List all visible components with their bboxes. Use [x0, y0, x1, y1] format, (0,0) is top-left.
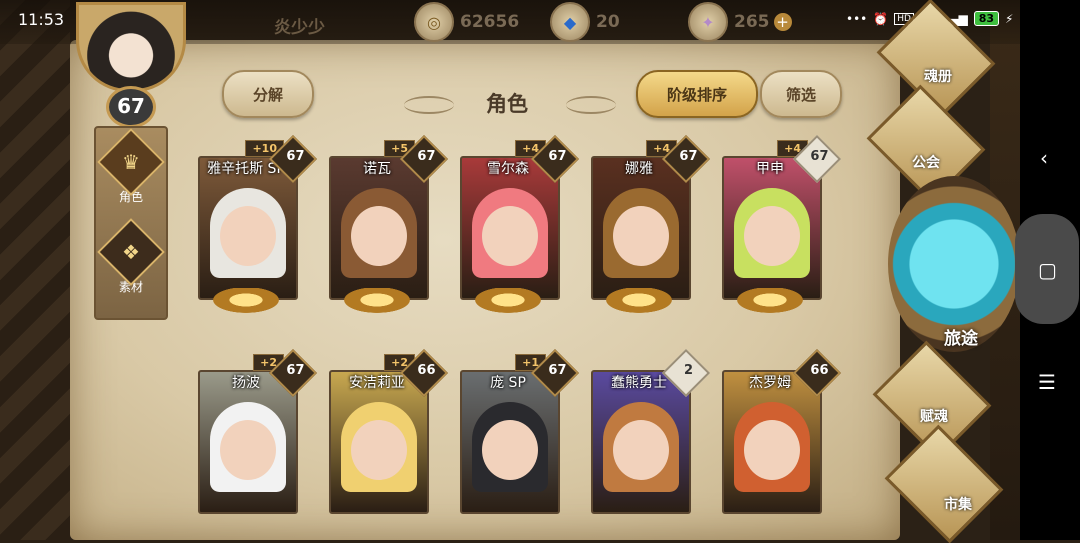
character-level: 66 — [810, 363, 829, 379]
decompose-button[interactable]: 分解 — [222, 70, 314, 118]
helmet-icon: ♛ — [97, 128, 165, 196]
portrait-face — [482, 206, 538, 266]
avatar — [76, 2, 186, 92]
portrait-face — [351, 420, 407, 480]
currency-gold[interactable]: ◎ 62656 — [414, 2, 520, 42]
portrait-face — [220, 420, 276, 480]
currency-diamond[interactable]: ✦ 265 + — [688, 2, 792, 42]
gold-coin-icon: ◎ — [414, 2, 454, 42]
journey-label: 旅途 — [944, 329, 978, 349]
rank-crest-icon — [593, 288, 685, 318]
character-level: 67 — [417, 149, 436, 165]
alarm-icon: ⏰ — [873, 11, 889, 26]
character-level: 67 — [286, 149, 305, 165]
soul-book-label: 魂册 — [924, 69, 952, 85]
player-name: 炎少少 — [274, 18, 325, 38]
blue-crystal-icon: ◆ — [550, 2, 590, 42]
player-avatar-frame[interactable]: 67 — [62, 0, 194, 128]
battery-indicator: 83 — [973, 11, 1000, 26]
back-icon[interactable]: ‹ — [1040, 146, 1048, 170]
page-title: 角色 — [486, 92, 528, 116]
player-level-badge: 67 — [106, 86, 156, 128]
portrait-face — [613, 420, 669, 480]
character-level: 66 — [417, 363, 436, 379]
portrait-face — [744, 420, 800, 480]
charging-icon: ⚡ — [1005, 11, 1014, 26]
rank-crest-icon — [462, 288, 554, 318]
portrait-face — [220, 206, 276, 266]
character-card[interactable]: 蠢熊勇士 2 — [585, 348, 711, 514]
character-card[interactable]: 庞 SP +1 67 — [454, 348, 580, 514]
guild-label: 公会 — [912, 155, 940, 171]
rank-crest-icon — [724, 288, 816, 318]
sort-by-rank-button[interactable]: 阶级排序 — [636, 70, 758, 118]
character-card[interactable]: 安洁莉亚 +2 66 — [323, 348, 449, 514]
side-nav-material[interactable]: ❖ 素材 — [96, 218, 166, 300]
character-level: 67 — [548, 149, 567, 165]
title-ornament-left — [404, 96, 454, 114]
portrait-face — [351, 206, 407, 266]
menu-icon[interactable]: ☰ — [1038, 370, 1056, 394]
character-level: 2 — [683, 363, 693, 379]
rank-crest-icon — [200, 288, 292, 318]
home-icon[interactable]: ▢ — [1038, 258, 1057, 282]
portrait-face — [613, 206, 669, 266]
market-button[interactable] — [884, 424, 1004, 543]
add-currency-icon[interactable]: + — [773, 13, 792, 31]
character-level: 67 — [548, 363, 567, 379]
character-card[interactable]: 雪尔森 +4 67 — [454, 134, 580, 318]
character-level: 67 — [286, 363, 305, 379]
side-nav: ♛ 角色 ❖ 素材 — [94, 126, 168, 320]
portrait-face — [482, 420, 538, 480]
character-level: 67 — [679, 149, 698, 165]
left-frame-decoration — [0, 0, 70, 540]
character-card[interactable]: 扬波 +2 67 — [192, 348, 318, 514]
character-card[interactable]: 雅辛托斯 SP +10 67 — [192, 134, 318, 318]
clock: 11:53 — [18, 10, 65, 29]
dots-icon: ••• — [846, 11, 868, 26]
rank-crest-icon — [331, 288, 423, 318]
side-nav-character[interactable]: ♛ 角色 — [96, 128, 166, 210]
beast-icon: ❖ — [97, 218, 165, 286]
character-card[interactable]: 甲申 +4 67 — [716, 134, 842, 318]
character-card[interactable]: 杰罗姆 66 — [716, 348, 842, 514]
title-ornament-right — [566, 96, 616, 114]
character-level: 67 — [810, 149, 829, 165]
crystal-value: 20 — [596, 12, 620, 32]
portrait-face — [744, 206, 800, 266]
market-label: 市集 — [944, 497, 972, 513]
soul-gift-label: 赋魂 — [920, 409, 948, 425]
character-card[interactable]: 诺瓦 +5 67 — [323, 134, 449, 318]
filter-button[interactable]: 筛选 — [760, 70, 842, 118]
diamond-ore-icon: ✦ — [688, 2, 728, 42]
gold-value: 62656 — [460, 12, 520, 32]
currency-crystal[interactable]: ◆ 20 — [550, 2, 620, 42]
diamond-value: 265 — [734, 12, 770, 32]
character-card[interactable]: 娜雅 +4 67 — [585, 134, 711, 318]
